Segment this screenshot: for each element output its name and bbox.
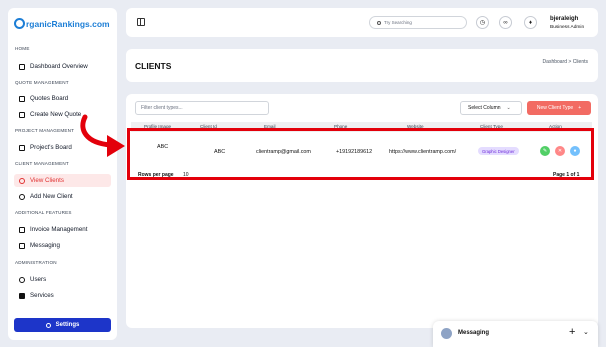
invoice-icon [19, 226, 25, 233]
settings-button[interactable]: Settings [14, 318, 111, 332]
sidebar-item-label: Project's Board [30, 144, 72, 151]
filter-placeholder: Filter client types... [141, 105, 183, 111]
select-column-dropdown[interactable]: Select Column ⌄ [460, 101, 522, 115]
avatar [441, 328, 452, 339]
search-icon [377, 20, 381, 25]
sidebar-item-label: Messaging [30, 242, 60, 249]
user-role: Business Admin [550, 25, 585, 30]
search-placeholder: Try Searching [384, 20, 412, 25]
top-bar: Try Searching ◷ ∞ ♦ bjeraleigh Business … [126, 8, 598, 37]
section-home: HOME [15, 46, 30, 51]
plus-icon[interactable]: + [569, 326, 575, 338]
section-quote-management: QUOTE MANAGEMENT [15, 80, 69, 85]
brand-logo-text: rganicRankings.com [26, 18, 110, 29]
sidebar-item-dashboard[interactable]: Dashboard Overview [14, 60, 111, 73]
annotation-arrow-icon [80, 114, 125, 157]
sidebar-item-services[interactable]: Services [14, 289, 111, 302]
sidebar-item-view-clients[interactable]: View Clients [14, 174, 111, 187]
sidebar-item-label: Add New Client [30, 193, 73, 200]
sidebar: rganicRankings.com HOME Dashboard Overvi… [8, 8, 117, 340]
plus-square-icon [19, 111, 25, 118]
logo-mark-icon [14, 18, 25, 29]
board-icon [19, 95, 25, 102]
section-administration: ADMINISTRATION [15, 260, 57, 265]
user-plus-icon [19, 193, 25, 200]
sidebar-item-add-client[interactable]: Add New Client [14, 190, 111, 203]
highlight-box [127, 128, 594, 180]
chevron-down-icon: ⌄ [506, 105, 511, 111]
sidebar-item-label: Services [30, 292, 54, 299]
user-name[interactable]: bjeraleigh [550, 16, 578, 22]
sidebar-item-invoice[interactable]: Invoice Management [14, 223, 111, 236]
sidebar-item-users[interactable]: Users [14, 273, 111, 286]
filter-input[interactable]: Filter client types... [135, 101, 269, 115]
clock-icon[interactable]: ◷ [476, 16, 489, 29]
sidebar-item-label: Users [30, 276, 47, 283]
sidebar-item-label: Invoice Management [30, 226, 88, 233]
sidebar-toggle-icon[interactable] [137, 18, 145, 26]
sidebar-item-label: Quotes Board [30, 95, 69, 102]
breadcrumb[interactable]: Dashboard > Clients [543, 59, 588, 65]
section-client-management: CLIENT MANAGEMENT [15, 161, 69, 166]
settings-label: Settings [55, 322, 80, 328]
sidebar-item-label: Dashboard Overview [30, 63, 88, 70]
section-project-management: PROJECT MANAGEMENT [15, 128, 75, 133]
sidebar-item-messaging[interactable]: Messaging [14, 239, 111, 252]
search-input[interactable]: Try Searching [369, 16, 467, 29]
clipboard-icon [19, 144, 25, 151]
dashboard-icon [19, 63, 25, 70]
sidebar-item-quotes-board[interactable]: Quotes Board [14, 92, 111, 105]
bell-icon[interactable]: ♦ [524, 16, 537, 29]
message-icon [19, 242, 25, 249]
new-client-type-label: New Client Type [536, 105, 574, 111]
page-header: CLIENTS Dashboard > Clients [126, 49, 598, 82]
messaging-label: Messaging [458, 330, 490, 336]
chevron-down-icon[interactable]: ⌄ [583, 328, 589, 336]
briefcase-icon [19, 292, 25, 299]
sidebar-item-label: View Clients [30, 177, 64, 184]
gear-icon [45, 322, 51, 328]
plus-icon: + [578, 105, 582, 111]
brand-logo[interactable]: rganicRankings.com [14, 18, 110, 29]
sidebar-item-label: Create New Quote [30, 111, 82, 118]
users-icon [19, 276, 25, 283]
select-column-label: Select Column [468, 105, 501, 111]
users-icon [19, 177, 25, 184]
messaging-widget[interactable]: Messaging + ⌄ [433, 321, 598, 347]
section-additional-features: ADDITIONAL FEATURES [15, 210, 72, 215]
new-client-type-button[interactable]: New Client Type + [527, 101, 591, 115]
page-title: CLIENTS [135, 61, 172, 71]
link-icon[interactable]: ∞ [499, 16, 512, 29]
